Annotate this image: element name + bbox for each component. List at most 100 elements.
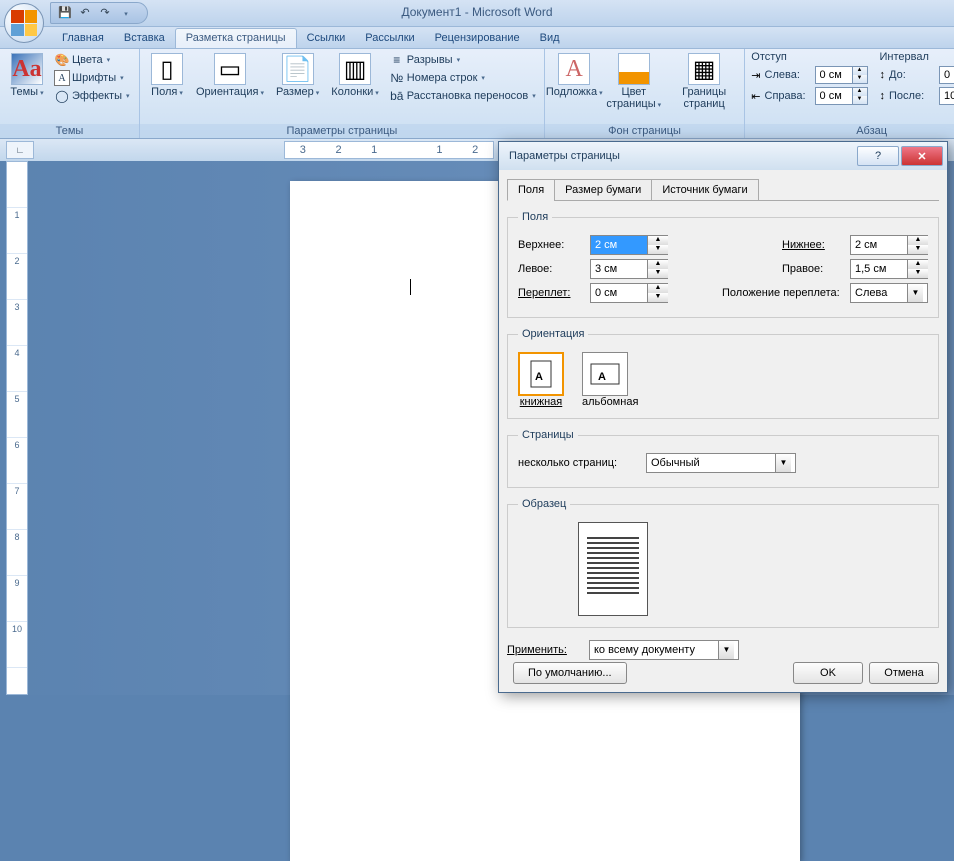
page-setup-dialog: Параметры страницы ? ✕ Поля Размер бумаг…	[498, 141, 948, 693]
group-label-themes: Темы	[0, 124, 139, 138]
theme-colors-button[interactable]: 🎨Цвета	[52, 51, 132, 69]
colors-icon: 🎨	[54, 52, 70, 68]
tab-mailings[interactable]: Рассылки	[355, 29, 424, 48]
margins-icon: ▯	[151, 53, 183, 85]
group-label-paragraph: Абзац	[745, 124, 954, 138]
dialog-footer: По умолчанию... OK Отмена	[507, 662, 939, 684]
vertical-ruler[interactable]: 12345678910	[6, 161, 28, 695]
watermark-icon: A	[558, 53, 590, 85]
portrait-option[interactable]: A книжная	[518, 352, 564, 408]
breaks-icon: ≡	[389, 52, 405, 68]
orientation-fieldset: Ориентация A книжная A альбомная	[507, 328, 939, 419]
dialog-tab-paper[interactable]: Размер бумаги	[554, 179, 652, 201]
gutter-pos-select[interactable]: Слева▼	[850, 283, 928, 303]
preview-fieldset: Образец	[507, 498, 939, 628]
space-before-icon: ↕	[880, 69, 886, 81]
close-button[interactable]: ✕	[901, 146, 943, 166]
orientation-button[interactable]: ▭Ориентация	[192, 51, 268, 100]
cancel-button[interactable]: Отмена	[869, 662, 939, 684]
chevron-down-icon: ▼	[718, 641, 734, 659]
office-logo-icon	[11, 10, 37, 36]
indent-header: Отступ	[751, 51, 867, 63]
default-button[interactable]: По умолчанию...	[513, 662, 627, 684]
hyphenation-button[interactable]: bāРасстановка переносов	[387, 87, 538, 105]
indent-left-icon: ⇥	[751, 69, 760, 82]
margins-button[interactable]: ▯Поля	[146, 51, 188, 100]
ok-button[interactable]: OK	[793, 662, 863, 684]
dialog-tab-source[interactable]: Источник бумаги	[651, 179, 758, 201]
svg-text:A: A	[535, 371, 543, 383]
landscape-icon: A	[582, 352, 628, 396]
dialog-tab-fields[interactable]: Поля	[507, 179, 555, 201]
horizontal-ruler[interactable]: 32112	[284, 141, 494, 159]
gutter-input[interactable]: ▲▼	[590, 283, 668, 303]
tab-references[interactable]: Ссылки	[297, 29, 356, 48]
theme-fonts-button[interactable]: AШрифты	[52, 69, 132, 87]
tab-view[interactable]: Вид	[530, 29, 570, 48]
numbers-icon: №	[389, 70, 405, 86]
breaks-button[interactable]: ≡Разрывы	[387, 51, 538, 69]
fonts-icon: A	[54, 70, 70, 86]
tab-selector[interactable]: ∟	[6, 141, 34, 159]
page-borders-button[interactable]: ▦Границы страниц	[670, 51, 738, 112]
help-button[interactable]: ?	[857, 146, 899, 166]
size-button[interactable]: 📄Размер	[272, 51, 323, 100]
page-color-button[interactable]: Цвет страницы	[602, 51, 666, 112]
tab-page-layout[interactable]: Разметка страницы	[175, 28, 297, 48]
orientation-icon: ▭	[214, 53, 246, 85]
fields-fieldset: Поля Верхнее: ▲▼ Нижнее: ▲▼ Левое: ▲▼ Пр…	[507, 211, 939, 318]
office-button[interactable]	[4, 3, 44, 43]
preview-image	[578, 522, 648, 616]
spacing-header: Интервал	[880, 51, 954, 63]
size-icon: 📄	[282, 53, 314, 85]
apply-to-select[interactable]: ко всему документу▼	[589, 640, 739, 660]
text-cursor	[410, 279, 411, 295]
ribbon-tabstrip: Главная Вставка Разметка страницы Ссылки…	[0, 27, 954, 49]
spin-down-icon[interactable]: ▼	[853, 75, 867, 83]
ribbon: Aa Темы 🎨Цвета AШрифты ◯Эффекты Темы ▯По…	[0, 49, 954, 139]
dialog-tabs: Поля Размер бумаги Источник бумаги	[507, 178, 939, 201]
line-numbers-button[interactable]: №Номера строк	[387, 69, 538, 87]
space-after-icon: ↕	[880, 90, 886, 102]
portrait-icon: A	[518, 352, 564, 396]
hyphenation-icon: bā	[389, 88, 405, 104]
theme-effects-button[interactable]: ◯Эффекты	[52, 87, 132, 105]
left-margin-input[interactable]: ▲▼	[590, 259, 668, 279]
tab-review[interactable]: Рецензирование	[425, 29, 530, 48]
borders-icon: ▦	[688, 53, 720, 85]
themes-button[interactable]: Aa Темы	[6, 51, 48, 100]
watermark-button[interactable]: AПодложка	[551, 51, 598, 100]
chevron-down-icon: ▼	[775, 454, 791, 472]
effects-icon: ◯	[54, 88, 70, 104]
tab-home[interactable]: Главная	[52, 29, 114, 48]
space-after-input[interactable]: ▲▼	[939, 87, 954, 105]
group-page-setup: ▯Поля ▭Ориентация 📄Размер ▥Колонки ≡Разр…	[140, 49, 545, 138]
chevron-down-icon: ▼	[907, 284, 923, 302]
themes-icon: Aa	[11, 53, 43, 85]
top-margin-input[interactable]: ▲▼	[590, 235, 668, 255]
group-paragraph: Отступ ⇥Слева:▲▼ ⇤Справа:▲▼ Интервал ↕До…	[745, 49, 954, 138]
dialog-titlebar[interactable]: Параметры страницы ? ✕	[499, 142, 947, 170]
dialog-title: Параметры страницы	[509, 150, 855, 162]
document-title: Документ1 - Microsoft Word	[0, 5, 954, 19]
group-page-bg: AПодложка Цвет страницы ▦Границы страниц…	[545, 49, 746, 138]
right-margin-input[interactable]: ▲▼	[850, 259, 928, 279]
indent-left-input[interactable]: ▲▼	[815, 66, 868, 84]
bottom-margin-input[interactable]: ▲▼	[850, 235, 928, 255]
tab-insert[interactable]: Вставка	[114, 29, 175, 48]
page-color-icon	[618, 53, 650, 85]
multi-pages-select[interactable]: Обычный▼	[646, 453, 796, 473]
group-label-page-setup: Параметры страницы	[140, 124, 544, 138]
columns-icon: ▥	[339, 53, 371, 85]
space-before-input[interactable]: ▲▼	[939, 66, 954, 84]
group-themes: Aa Темы 🎨Цвета AШрифты ◯Эффекты Темы	[0, 49, 140, 138]
spin-up-icon[interactable]: ▲	[853, 67, 867, 75]
indent-right-icon: ⇤	[751, 90, 760, 103]
title-bar: 💾 ↶ ↷ Документ1 - Microsoft Word	[0, 0, 954, 27]
indent-right-input[interactable]: ▲▼	[815, 87, 868, 105]
svg-text:A: A	[598, 371, 606, 383]
landscape-option[interactable]: A альбомная	[582, 352, 638, 408]
columns-button[interactable]: ▥Колонки	[327, 51, 383, 100]
pages-fieldset: Страницы несколько страниц: Обычный▼	[507, 429, 939, 488]
group-label-page-bg: Фон страницы	[545, 124, 745, 138]
